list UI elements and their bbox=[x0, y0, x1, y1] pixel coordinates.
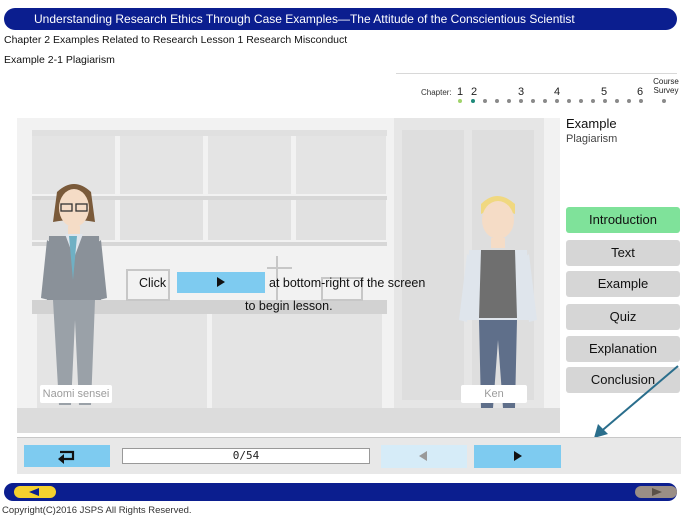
instruction-click-text: Click bbox=[139, 276, 167, 290]
header-divider bbox=[396, 73, 677, 74]
chapter-4-link[interactable]: 4 bbox=[554, 86, 560, 98]
lab-bench-cabinet bbox=[212, 314, 382, 408]
chapter-1-link[interactable]: 1 bbox=[457, 86, 463, 98]
course-title: Understanding Research Ethics Through Ca… bbox=[34, 12, 575, 26]
section-subtitle: Plagiarism bbox=[566, 133, 618, 145]
instruction-line2-text: to begin lesson. bbox=[245, 299, 333, 313]
progress-dot[interactable] bbox=[543, 99, 547, 103]
copyright-text: Copyright(C)2016 JSPS All Rights Reserve… bbox=[2, 505, 192, 516]
menu-explanation-button[interactable]: Explanation bbox=[566, 336, 680, 362]
return-icon bbox=[58, 450, 75, 464]
progress-dot[interactable] bbox=[555, 99, 559, 103]
chapter-2-link[interactable]: 2 bbox=[471, 86, 477, 98]
footer-next-button[interactable] bbox=[635, 486, 677, 498]
previous-icon bbox=[419, 451, 427, 461]
pointer-arrow-icon bbox=[594, 365, 679, 438]
course-survey-link[interactable]: Course Survey bbox=[651, 77, 681, 95]
chapter-label: Chapter: bbox=[421, 88, 452, 97]
breadcrumb-example: Example 2-1 Plagiarism bbox=[4, 54, 115, 66]
chapter-6-link[interactable]: 6 bbox=[637, 86, 643, 98]
play-icon bbox=[217, 277, 225, 287]
menu-example-button[interactable]: Example bbox=[566, 271, 680, 297]
progress-dot[interactable] bbox=[603, 99, 607, 103]
menu-quiz-button[interactable]: Quiz bbox=[566, 304, 680, 330]
ken-character bbox=[459, 196, 537, 408]
character-name-tag: Naomi sensei bbox=[40, 385, 112, 403]
left-arrow-icon bbox=[29, 488, 39, 496]
cabinet-door bbox=[402, 130, 464, 400]
cabinet bbox=[120, 200, 203, 240]
chapter-5-link[interactable]: 5 bbox=[601, 86, 607, 98]
progress-dot[interactable] bbox=[519, 99, 523, 103]
progress-dot[interactable] bbox=[458, 99, 462, 103]
next-icon bbox=[514, 451, 522, 461]
next-button[interactable] bbox=[474, 445, 561, 468]
progress-dot[interactable] bbox=[591, 99, 595, 103]
instruction-play-button bbox=[177, 272, 265, 293]
progress-dot-current[interactable] bbox=[471, 99, 475, 103]
progress-dot[interactable] bbox=[531, 99, 535, 103]
cabinet bbox=[120, 136, 203, 194]
course-title-bar: Understanding Research Ethics Through Ca… bbox=[4, 8, 677, 30]
slide-progress-indicator: 0/54 bbox=[122, 448, 370, 464]
breadcrumb-chapter: Chapter 2 Examples Related to Research L… bbox=[4, 34, 348, 46]
cabinet bbox=[208, 136, 291, 194]
lab-floor bbox=[17, 408, 560, 433]
progress-dot[interactable] bbox=[627, 99, 631, 103]
instruction-rest-text: at bottom-right of the screen bbox=[269, 276, 426, 290]
progress-dot[interactable] bbox=[507, 99, 511, 103]
progress-dot[interactable] bbox=[495, 99, 499, 103]
menu-text-button[interactable]: Text bbox=[566, 240, 680, 266]
progress-dot[interactable] bbox=[662, 99, 666, 103]
progress-dot[interactable] bbox=[567, 99, 571, 103]
character-name-tag: Ken bbox=[461, 385, 527, 403]
replay-button[interactable] bbox=[24, 445, 110, 467]
cabinet bbox=[296, 200, 386, 240]
cabinet bbox=[208, 200, 291, 240]
menu-introduction-button[interactable]: Introduction bbox=[566, 207, 680, 233]
progress-dot[interactable] bbox=[579, 99, 583, 103]
footer-previous-button[interactable] bbox=[14, 486, 56, 498]
progress-dot[interactable] bbox=[483, 99, 487, 103]
naomi-sensei-character bbox=[41, 184, 107, 405]
chapter-3-link[interactable]: 3 bbox=[518, 86, 524, 98]
progress-dot[interactable] bbox=[615, 99, 619, 103]
cabinet bbox=[296, 136, 386, 194]
right-arrow-icon bbox=[652, 488, 662, 496]
section-title: Example bbox=[566, 116, 617, 131]
footer-bar bbox=[4, 483, 677, 501]
progress-dot[interactable] bbox=[639, 99, 643, 103]
previous-button[interactable] bbox=[381, 445, 467, 468]
